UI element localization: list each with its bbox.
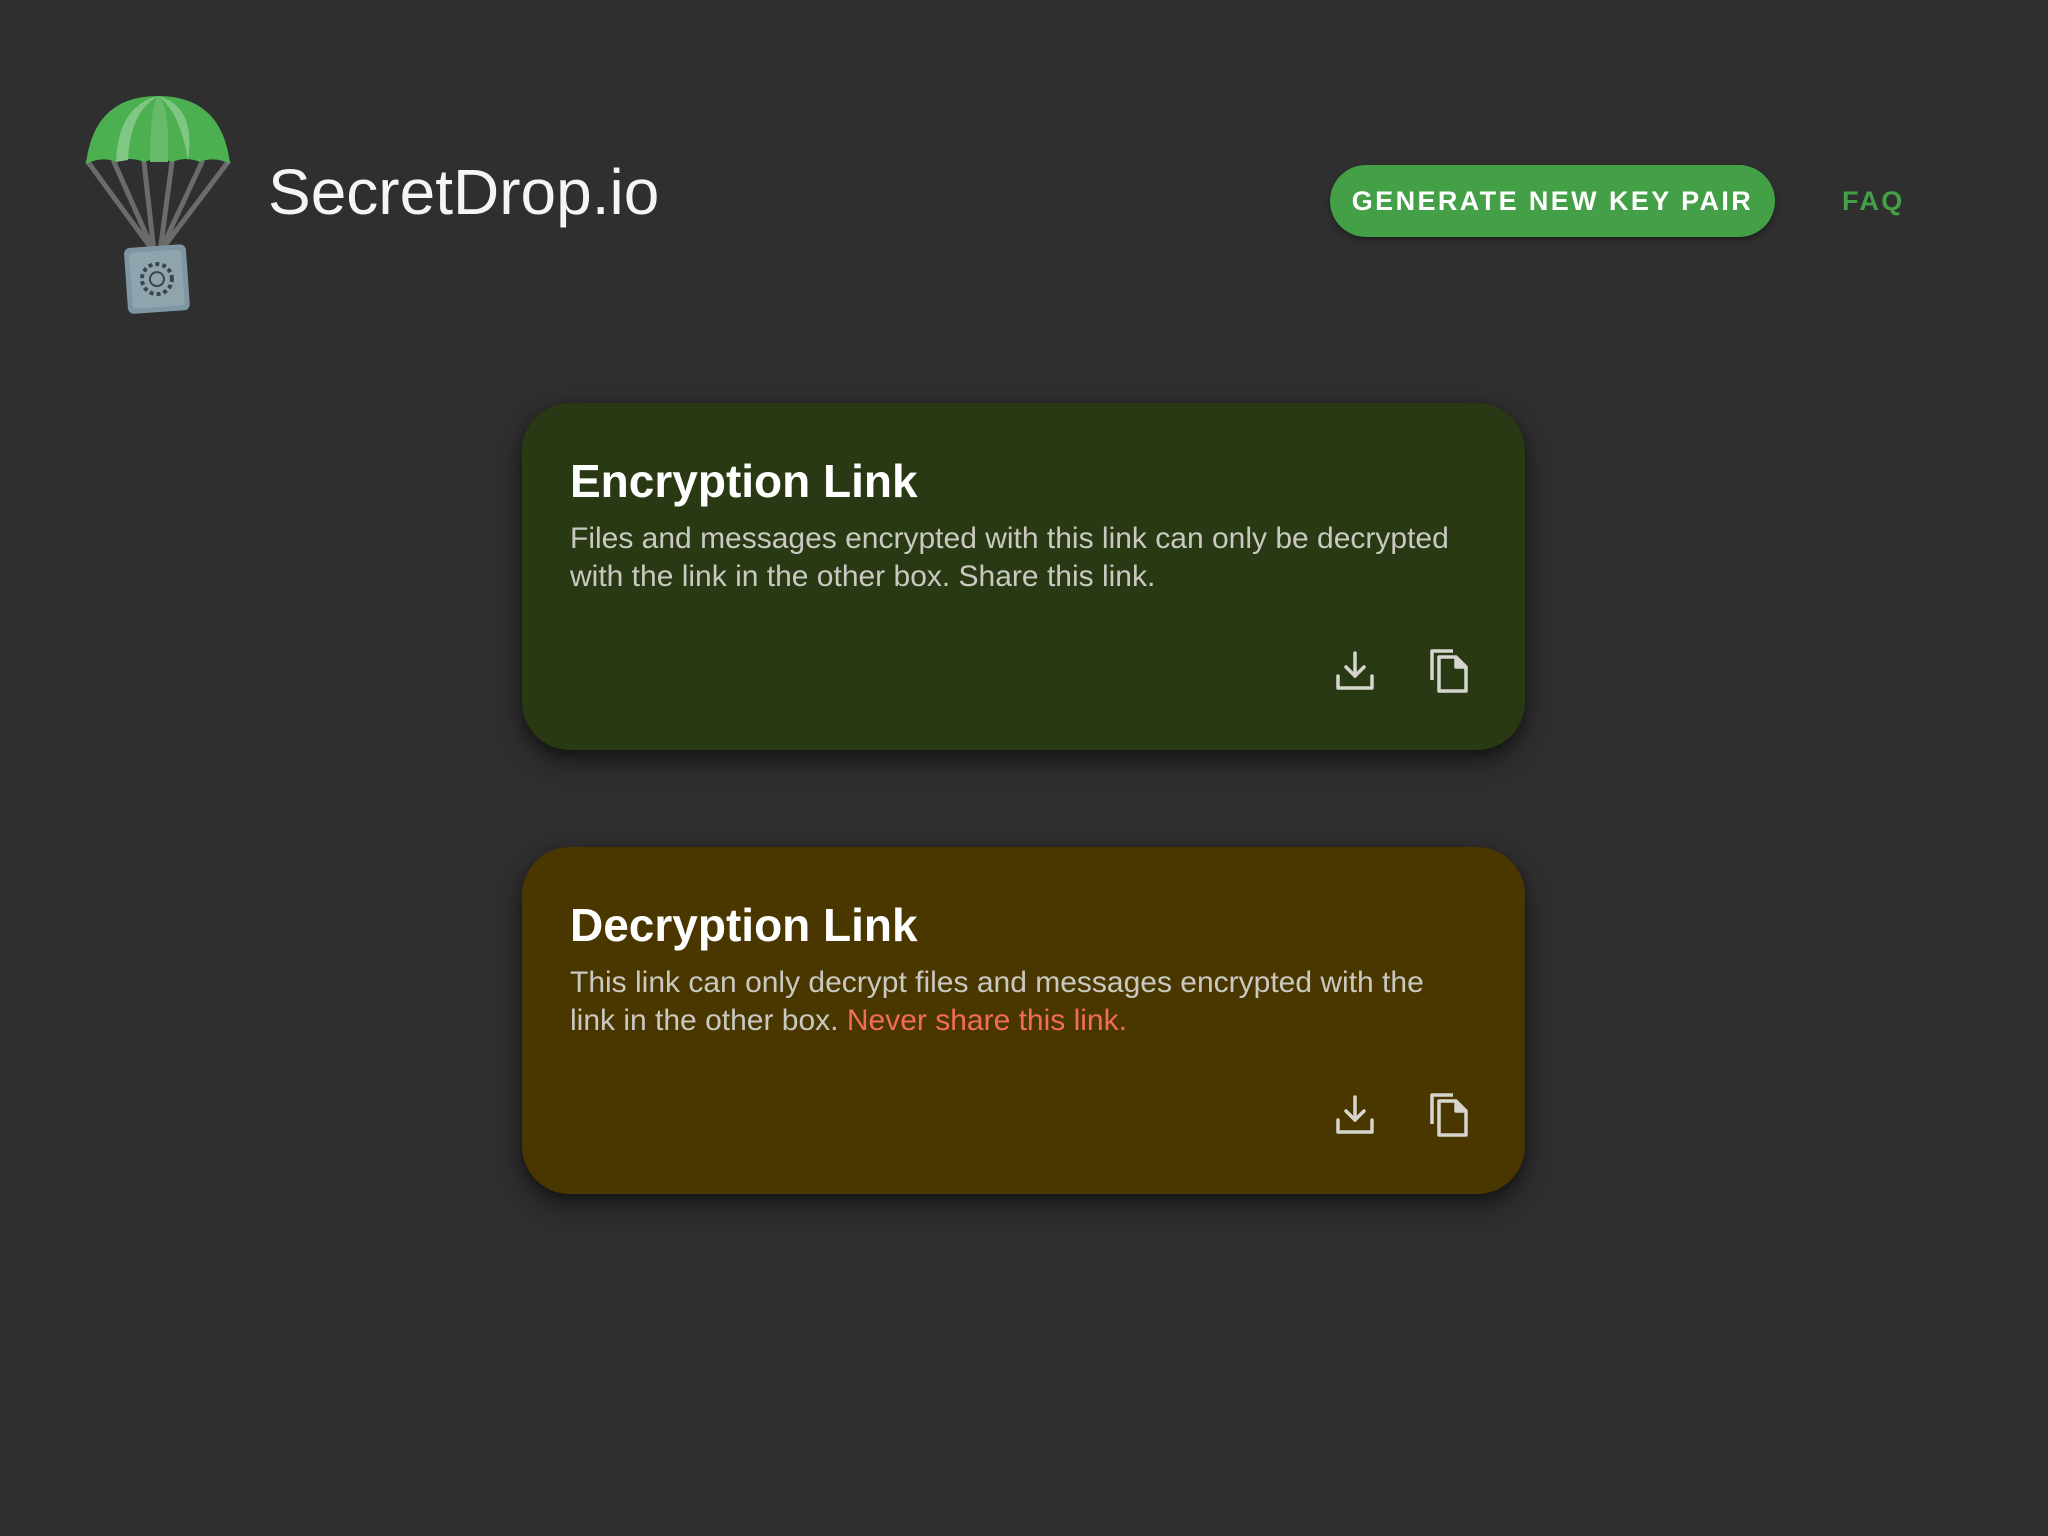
parachute-safe-icon (85, 96, 231, 314)
decryption-link-card: Decryption Link This link can only decry… (522, 847, 1525, 1194)
copy-icon[interactable] (1427, 1090, 1471, 1140)
decryption-card-title: Decryption Link (570, 899, 918, 951)
decryption-card-description: This link can only decrypt files and mes… (570, 964, 1450, 1040)
faq-link[interactable]: FAQ (1842, 186, 1905, 217)
download-icon[interactable] (1333, 1090, 1377, 1140)
encryption-card-description: Files and messages encrypted with this l… (570, 521, 1449, 593)
encryption-card-title: Encryption Link (570, 455, 918, 507)
decryption-card-actions (1333, 1090, 1471, 1140)
page: SecretDrop.io GENERATE NEW KEY PAIR FAQ … (0, 0, 2048, 1536)
encryption-card-actions (1333, 646, 1471, 696)
app-title: SecretDrop.io (268, 156, 660, 228)
copy-icon[interactable] (1427, 646, 1471, 696)
generate-key-pair-button[interactable]: GENERATE NEW KEY PAIR (1330, 165, 1775, 237)
encryption-link-card: Encryption Link Files and messages encry… (522, 403, 1525, 750)
download-icon[interactable] (1333, 646, 1377, 696)
decryption-warning-text: Never share this link. (846, 1003, 1127, 1037)
